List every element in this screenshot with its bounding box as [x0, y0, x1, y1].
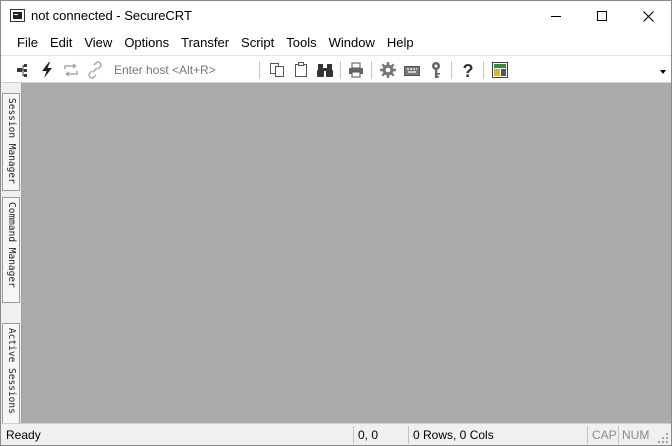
cursor-position: 0, 0: [358, 428, 379, 442]
toolbar-separator: [451, 61, 452, 79]
toolbar-chevron-icon[interactable]: [660, 70, 666, 74]
menu-transfer[interactable]: Transfer: [175, 31, 235, 55]
resize-grip-icon[interactable]: [657, 432, 669, 444]
connect-in-tab-icon[interactable]: [14, 61, 32, 79]
minimize-button[interactable]: [533, 1, 579, 31]
menu-file[interactable]: File: [11, 31, 44, 55]
toolbar-separator: [340, 61, 341, 79]
tab-command-manager[interactable]: Command Manager: [2, 197, 20, 303]
menu-edit[interactable]: Edit: [44, 31, 78, 55]
reconnect-icon[interactable]: [62, 61, 80, 79]
find-binoculars-icon[interactable]: [316, 61, 334, 79]
menu-bar: File Edit View Options Transfer Script T…: [1, 31, 671, 55]
svg-text:?: ?: [463, 61, 474, 79]
status-separator: [587, 426, 588, 444]
maximize-icon: [597, 11, 607, 21]
quick-connect-host-input[interactable]: [110, 60, 260, 80]
close-button[interactable]: [625, 1, 671, 31]
toolbar-separator: [259, 61, 260, 79]
tab-active-sessions-label: Active Sessions: [6, 328, 17, 414]
status-bar: Ready 0, 0 0 Rows, 0 Cols CAP NUM: [1, 423, 671, 445]
paste-icon[interactable]: [292, 61, 310, 79]
toolbar-separator: [483, 61, 484, 79]
keymap-keyboard-icon[interactable]: [403, 61, 421, 79]
status-separator: [618, 426, 619, 444]
copy-icon[interactable]: [268, 61, 286, 79]
disconnect-icon[interactable]: [86, 61, 104, 79]
sftp-icon[interactable]: [491, 61, 509, 79]
status-separator: [353, 426, 354, 444]
status-separator: [408, 426, 409, 444]
menu-tools[interactable]: Tools: [280, 31, 322, 55]
securecrt-terminal-icon[interactable]: [10, 9, 25, 22]
minimize-icon: [551, 15, 561, 17]
toolbar-separator: [371, 61, 372, 79]
tab-session-manager-label: Session Manager: [6, 98, 17, 184]
menu-window[interactable]: Window: [323, 31, 381, 55]
maximize-button[interactable]: [579, 1, 625, 31]
side-dock: Session Manager Command Manager Active S…: [1, 83, 22, 423]
caps-lock-indicator: CAP: [592, 428, 617, 442]
print-icon[interactable]: [347, 61, 365, 79]
tab-active-sessions[interactable]: Active Sessions: [2, 323, 20, 423]
title-bar[interactable]: not connected - SecureCRT: [1, 1, 671, 31]
tab-session-manager[interactable]: Session Manager: [2, 93, 20, 191]
quick-connect-lightning-icon[interactable]: [38, 61, 56, 79]
menu-script[interactable]: Script: [235, 31, 280, 55]
close-icon: [642, 10, 654, 22]
public-key-icon[interactable]: [427, 61, 445, 79]
menu-options[interactable]: Options: [118, 31, 175, 55]
menu-help[interactable]: Help: [381, 31, 420, 55]
num-lock-indicator: NUM: [622, 428, 650, 442]
session-options-gear-icon[interactable]: [379, 61, 397, 79]
menu-view[interactable]: View: [78, 31, 118, 55]
toolbar: ?: [1, 55, 671, 83]
terminal-size: 0 Rows, 0 Cols: [413, 428, 494, 442]
help-question-icon[interactable]: ?: [459, 61, 477, 79]
securecrt-window: not connected - SecureCRT File Edit View…: [0, 0, 672, 446]
status-ready: Ready: [6, 428, 41, 442]
window-title: not connected - SecureCRT: [31, 8, 192, 23]
session-workspace[interactable]: [22, 83, 671, 423]
tab-command-manager-label: Command Manager: [6, 202, 17, 288]
